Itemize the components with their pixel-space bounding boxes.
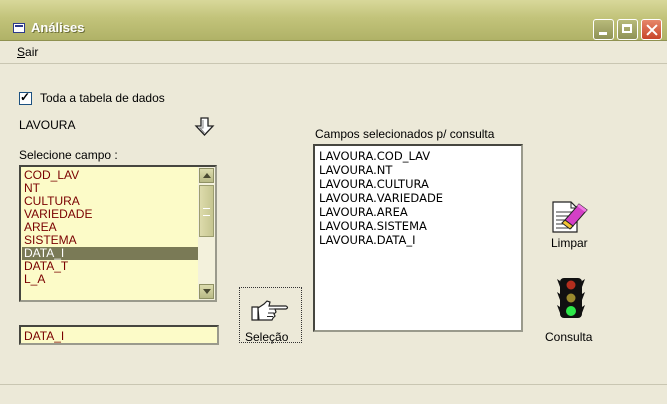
consulta-label[interactable]: Consulta: [545, 330, 592, 344]
list-item[interactable]: LAVOURA.NT: [319, 163, 392, 177]
vertical-scrollbar[interactable]: [198, 167, 215, 300]
status-bar: [0, 384, 667, 404]
maximize-button[interactable]: [617, 19, 638, 40]
list-item[interactable]: LAVOURA.COD_LAV: [319, 149, 430, 163]
list-item[interactable]: L_A: [24, 273, 199, 286]
menu-sair[interactable]: Sair: [17, 45, 38, 59]
minimize-button[interactable]: [593, 19, 614, 40]
scroll-thumb[interactable]: [199, 185, 214, 237]
whole-table-checkbox[interactable]: [19, 90, 32, 105]
list-item[interactable]: LAVOURA.VARIEDADE: [319, 191, 443, 205]
eraser-document-icon[interactable]: [549, 196, 589, 236]
window-title: Análises: [31, 20, 85, 35]
table-name-label: LAVOURA: [19, 118, 76, 132]
selected-field-input[interactable]: DATA_I: [19, 325, 219, 345]
traffic-light-icon[interactable]: [557, 277, 585, 319]
whole-table-label[interactable]: Toda a tabela de dados: [40, 91, 165, 105]
close-button[interactable]: [641, 19, 662, 40]
list-item[interactable]: LAVOURA.CULTURA: [319, 177, 429, 191]
select-field-label: Selecione campo :: [19, 148, 118, 162]
scroll-down-button[interactable]: [199, 284, 214, 299]
field-listbox[interactable]: COD_LAV NT CULTURA VARIEDADE AREA SISTEM…: [19, 165, 217, 302]
window-icon[interactable]: [13, 23, 25, 33]
list-item[interactable]: DATA_T: [24, 260, 199, 273]
list-item[interactable]: LAVOURA.DATA_I: [319, 233, 416, 247]
selecao-label[interactable]: Seleção: [245, 330, 288, 344]
scroll-up-button[interactable]: [199, 168, 214, 183]
list-item[interactable]: LAVOURA.AREA: [319, 205, 408, 219]
down-arrow-icon[interactable]: [194, 117, 216, 137]
limpar-label[interactable]: Limpar: [551, 236, 588, 250]
title-bar[interactable]: Análises: [0, 0, 667, 41]
list-item[interactable]: COD_LAV: [24, 169, 199, 182]
list-item[interactable]: LAVOURA.SISTEMA: [319, 219, 427, 233]
menu-sair-label: air: [25, 45, 39, 59]
selected-fields-label: Campos selecionados p/ consulta: [315, 127, 495, 141]
selected-fields-list[interactable]: LAVOURA.COD_LAV LAVOURA.NT LAVOURA.CULTU…: [313, 144, 523, 332]
pointing-hand-icon[interactable]: [250, 298, 290, 324]
menu-bar: Sair: [0, 41, 667, 64]
menu-sair-accelerator: S: [17, 45, 26, 59]
